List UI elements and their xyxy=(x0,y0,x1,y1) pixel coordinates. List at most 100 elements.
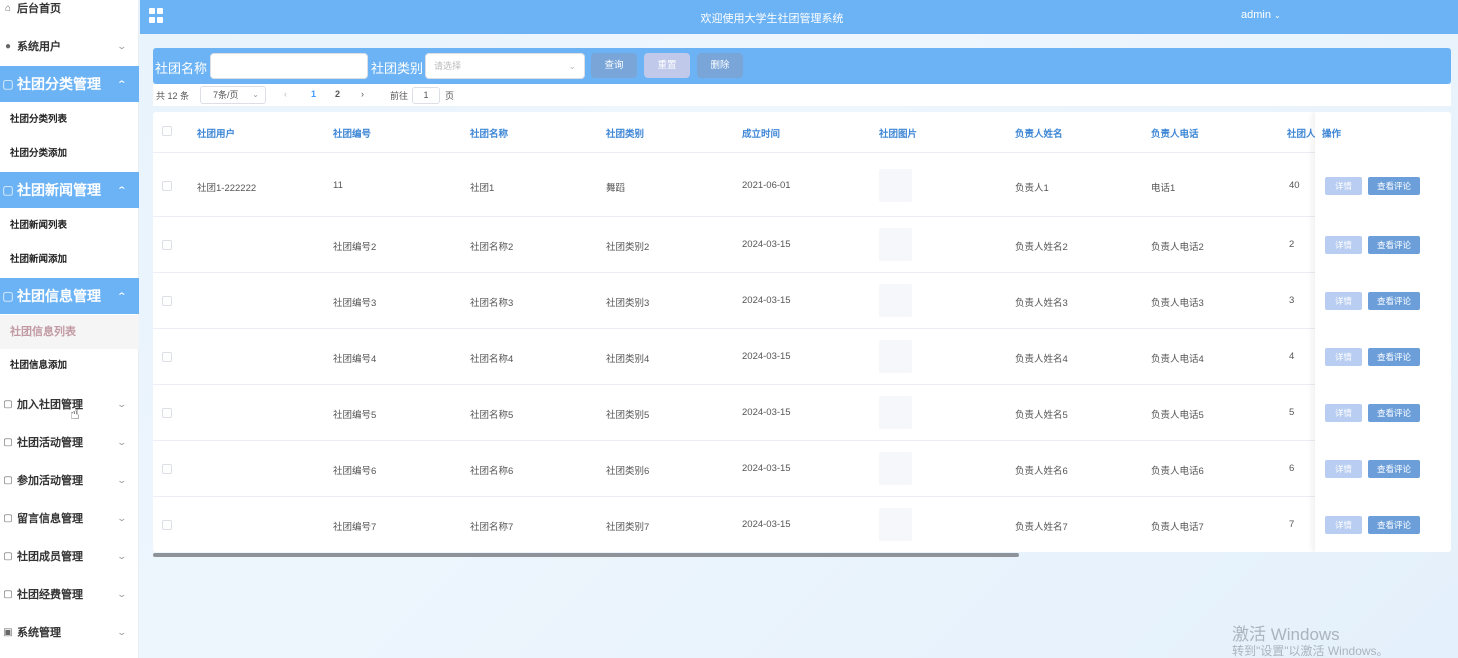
horizontal-scrollbar[interactable] xyxy=(153,553,1019,557)
table-cell: 5 xyxy=(1289,407,1295,418)
col-header[interactable]: 社团用户 xyxy=(197,126,235,140)
sidebar-group-info[interactable]: ▢ 社团信息管理 ⌃ xyxy=(0,278,139,314)
club-image-thumbnail[interactable] xyxy=(879,168,912,202)
row-checkbox[interactable] xyxy=(162,240,172,250)
row-checkbox[interactable] xyxy=(162,408,172,418)
detail-button[interactable]: 详情 xyxy=(1325,292,1362,310)
chevron-left-icon[interactable]: ‹ xyxy=(284,89,287,99)
col-header[interactable]: 成立时间 xyxy=(742,126,780,140)
detail-button[interactable]: 详情 xyxy=(1325,176,1362,195)
col-header[interactable]: 负责人姓名 xyxy=(1015,126,1063,140)
sidebar-item-home[interactable]: ⌂ 后台首页 xyxy=(0,0,139,16)
col-header[interactable]: 社团人 xyxy=(1287,126,1316,140)
club-image-thumbnail[interactable] xyxy=(879,284,912,317)
table-cell: 3 xyxy=(1289,295,1295,306)
sidebar-item-system-users[interactable]: ● 系统用户 ⌄ xyxy=(0,38,139,54)
sidebar-item-info-add[interactable]: 社团信息添加 xyxy=(0,349,139,383)
goto-page-input[interactable]: 1 xyxy=(412,87,440,104)
sidebar-item-messages[interactable]: ▢ 留言信息管理 ⌄ xyxy=(0,510,139,526)
table-row[interactable]: 社团编号6 社团名称6 社团类别6 2024-03-15 负责人姓名6 负责人电话6 6 xyxy=(153,441,1451,497)
table-row[interactable]: 社团编号4 社团名称4 社团类别4 2024-03-15 负责人姓名4 负责人电话4 4 xyxy=(153,329,1451,385)
col-header[interactable]: 负责人电话 xyxy=(1151,126,1199,140)
club-image-thumbnail[interactable] xyxy=(879,228,912,261)
table-cell: 负责人姓名7 xyxy=(1015,522,1068,533)
club-type-label: 社团类别 xyxy=(371,61,424,76)
caret-down-icon: ⌄ xyxy=(1274,11,1281,20)
table-cell: 负责人姓名6 xyxy=(1015,466,1068,477)
folder-icon: ▢ xyxy=(2,183,14,197)
page-1[interactable]: 1 xyxy=(311,89,316,99)
sidebar: ⌂ 后台首页 ● 系统用户 ⌄ ▢ 社团分类管理 ⌃ 社团分类列表 社团分类添加… xyxy=(0,0,139,658)
table-row[interactable]: 社团1-222222 11 社团1 舞蹈 2021-06-01 负责人1 电话1 40 xyxy=(153,154,1451,217)
row-checkbox[interactable] xyxy=(162,520,172,530)
user-icon: ● xyxy=(4,40,12,52)
sidebar-item-system[interactable]: ▣ 系统管理 ⌄ xyxy=(0,624,139,640)
col-header[interactable]: 社团图片 xyxy=(879,126,917,140)
table-row[interactable]: 社团编号2 社团名称2 社团类别2 2024-03-15 负责人姓名2 负责人电话2 2 xyxy=(153,217,1451,273)
club-image-thumbnail[interactable] xyxy=(879,340,912,373)
view-comments-button[interactable]: 查看评论 xyxy=(1368,236,1420,254)
table-cell: 社团类别7 xyxy=(606,522,650,533)
table-cell: 负责人电话2 xyxy=(1151,242,1204,253)
delete-button[interactable]: 删除 xyxy=(697,53,743,78)
goto-label: 前往 xyxy=(390,91,409,101)
sidebar-item-info-list[interactable]: 社团信息列表 xyxy=(0,315,139,349)
club-name-input[interactable] xyxy=(210,53,368,79)
detail-button[interactable]: 详情 xyxy=(1325,404,1362,422)
sidebar-item-news-add[interactable]: 社团新闻添加 xyxy=(0,243,139,277)
sidebar-item-members[interactable]: ▢ 社团成员管理 ⌄ xyxy=(0,548,139,564)
chevron-down-icon: ⌄ xyxy=(568,61,576,71)
table-row[interactable]: 社团编号7 社团名称7 社团类别7 2024-03-15 负责人姓名7 负责人电话7 7 xyxy=(153,497,1451,552)
table-cell: 11 xyxy=(333,179,343,191)
table-cell: 2 xyxy=(1289,239,1295,250)
row-checkbox[interactable] xyxy=(162,180,172,191)
col-header[interactable]: 社团编号 xyxy=(333,126,371,140)
page-size-select[interactable]: 7条/页 ⌄ xyxy=(200,86,266,104)
table-cell: 负责人姓名2 xyxy=(1015,242,1068,253)
club-image-thumbnail[interactable] xyxy=(879,396,912,429)
sidebar-item-label: 系统管理 xyxy=(17,627,61,639)
page-2[interactable]: 2 xyxy=(335,89,340,99)
view-comments-button[interactable]: 查看评论 xyxy=(1368,516,1420,534)
club-image-thumbnail[interactable] xyxy=(879,508,912,541)
folder-icon: ▢ xyxy=(2,77,14,91)
user-menu[interactable]: admin ⌄ xyxy=(1241,9,1281,21)
sidebar-item-funds[interactable]: ▢ 社团经费管理 ⌄ xyxy=(0,586,139,602)
club-type-select[interactable]: 请选择 ⌄ xyxy=(425,53,585,79)
chevron-up-icon: ⌃ xyxy=(116,290,128,301)
sidebar-item-label: 后台首页 xyxy=(17,3,61,15)
sidebar-item-join-activities[interactable]: ▢ 参加活动管理 ⌄ xyxy=(0,472,139,488)
table-row[interactable]: 社团编号5 社团名称5 社团类别5 2024-03-15 负责人姓名5 负责人电话5 5 xyxy=(153,385,1451,441)
club-type-placeholder: 请选择 xyxy=(434,61,462,71)
col-header[interactable]: 社团类别 xyxy=(606,126,644,140)
select-all-checkbox[interactable] xyxy=(162,126,172,136)
query-button[interactable]: 查询 xyxy=(591,53,637,78)
view-comments-button[interactable]: 查看评论 xyxy=(1368,176,1420,195)
detail-button[interactable]: 详情 xyxy=(1325,516,1362,534)
row-checkbox[interactable] xyxy=(162,296,172,306)
chevron-right-icon[interactable]: › xyxy=(361,89,364,99)
row-checkbox[interactable] xyxy=(162,464,172,474)
view-comments-button[interactable]: 查看评论 xyxy=(1368,460,1420,478)
table-row[interactable]: 社团编号3 社团名称3 社团类别3 2024-03-15 负责人姓名3 负责人电话3 3 xyxy=(153,273,1451,329)
sidebar-item-activities[interactable]: ▢ 社团活动管理 ⌄ xyxy=(0,434,139,450)
sidebar-group-category[interactable]: ▢ 社团分类管理 ⌃ xyxy=(0,66,139,102)
page-size-value: 7条/页 xyxy=(213,90,239,100)
sidebar-item-category-list[interactable]: 社团分类列表 xyxy=(0,103,139,137)
sidebar-item-category-add[interactable]: 社团分类添加 xyxy=(0,137,139,171)
view-comments-button[interactable]: 查看评论 xyxy=(1368,348,1420,366)
row-checkbox[interactable] xyxy=(162,352,172,362)
detail-button[interactable]: 详情 xyxy=(1325,460,1362,478)
detail-button[interactable]: 详情 xyxy=(1325,236,1362,254)
view-comments-button[interactable]: 查看评论 xyxy=(1368,404,1420,422)
club-image-thumbnail[interactable] xyxy=(879,452,912,485)
view-comments-button[interactable]: 查看评论 xyxy=(1368,292,1420,310)
table-cell: 2021-06-01 xyxy=(742,179,791,191)
col-header[interactable]: 社团名称 xyxy=(470,126,508,140)
sidebar-group-news[interactable]: ▢ 社团新闻管理 ⌃ xyxy=(0,172,139,208)
table-cell: 社团名称2 xyxy=(470,242,514,253)
sidebar-item-news-list[interactable]: 社团新闻列表 xyxy=(0,209,139,243)
reset-button[interactable]: 重置 xyxy=(644,53,690,78)
sidebar-group-label: 社团分类管理 xyxy=(17,76,101,92)
detail-button[interactable]: 详情 xyxy=(1325,348,1362,366)
